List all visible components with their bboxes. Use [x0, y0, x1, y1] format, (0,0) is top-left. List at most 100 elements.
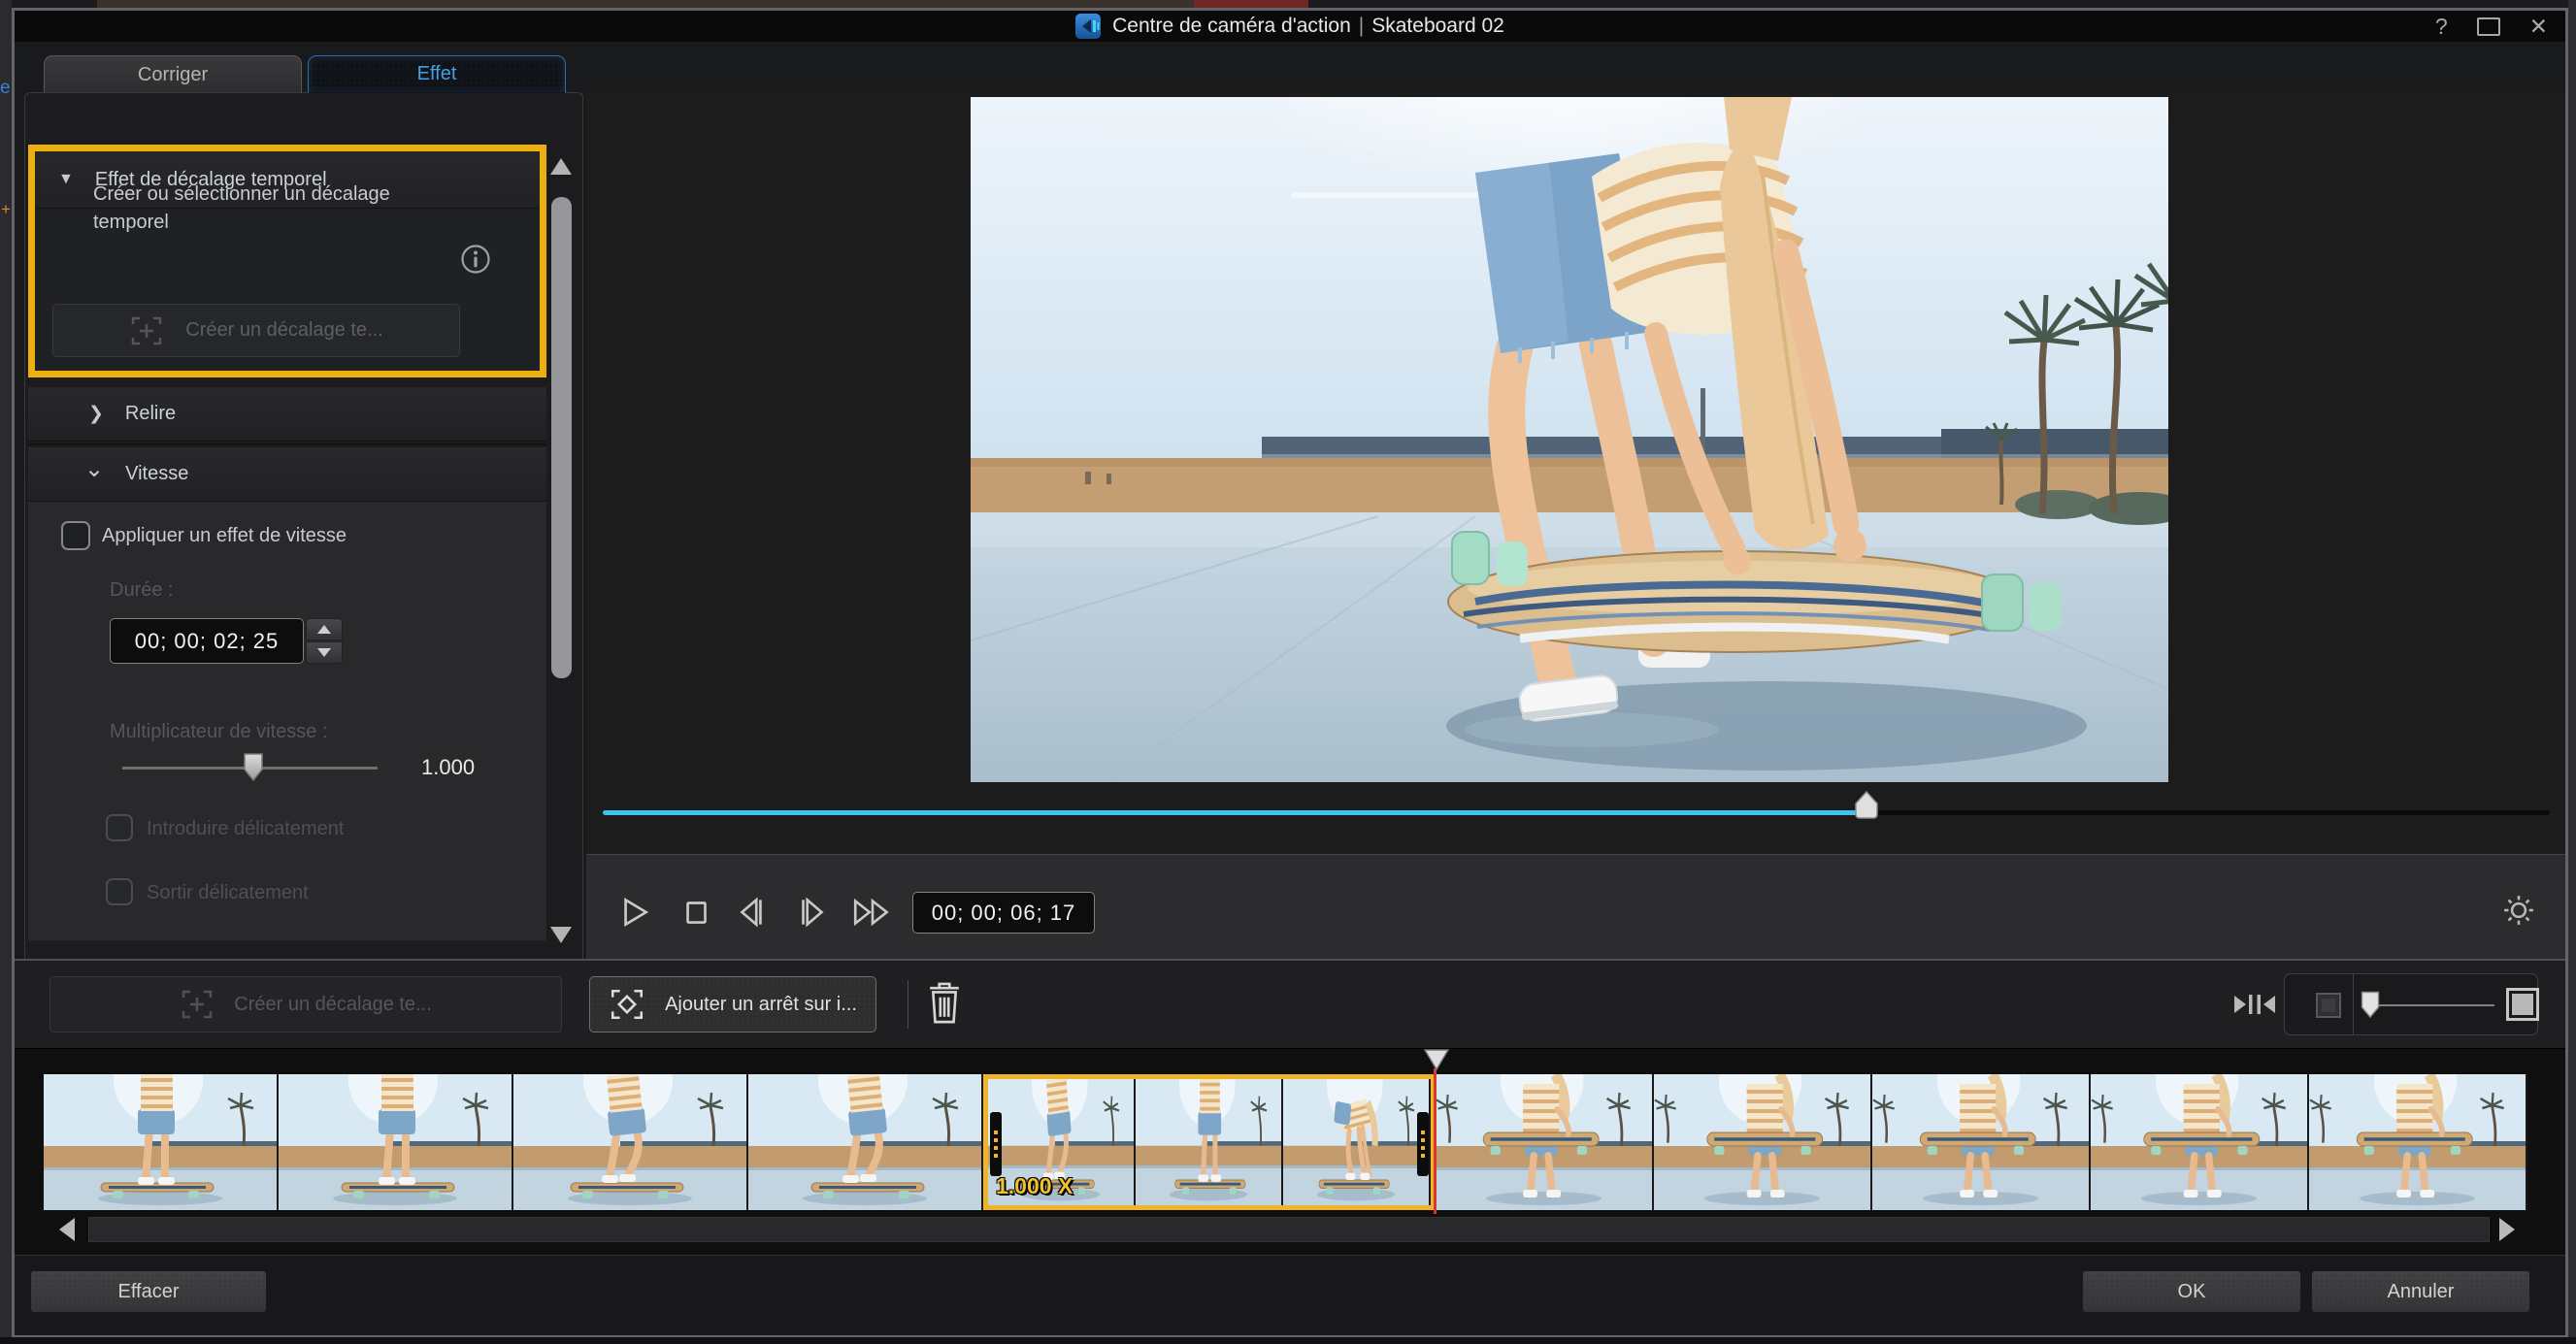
playback-timecode[interactable]: 00; 00; 06; 17: [912, 892, 1095, 934]
seek-fill: [603, 810, 1866, 815]
playhead-marker[interactable]: [1423, 1049, 1450, 1075]
scroll-down-icon: [550, 927, 572, 943]
freeze-frame-icon: [611, 990, 644, 1019]
timeline-zoom-control: [2284, 973, 2539, 1035]
add-freeze-frame-button[interactable]: Ajouter un arrêt sur i...: [589, 976, 876, 1033]
zoom-out-button[interactable]: [2316, 993, 2341, 1018]
timeline-selection[interactable]: 1.000 X: [983, 1074, 1436, 1210]
timeline-thumbnail[interactable]: [2309, 1074, 2527, 1210]
spinner-down-icon: [317, 648, 331, 657]
divider: [2353, 974, 2354, 1034]
seek-bar[interactable]: [603, 790, 2550, 832]
help-button[interactable]: ?: [2435, 15, 2448, 38]
clips-before-selection: [44, 1074, 983, 1210]
timeline-thumbnail[interactable]: [1872, 1074, 2091, 1210]
ease-in-label: Introduire délicatement: [147, 818, 345, 839]
close-button[interactable]: ✕: [2529, 15, 2548, 38]
plus-brackets-icon: [182, 990, 213, 1019]
spinner-up-button[interactable]: [306, 618, 343, 640]
next-frame-button[interactable]: [794, 894, 831, 931]
scroll-left-icon: [59, 1218, 75, 1241]
info-icon[interactable]: [460, 244, 491, 279]
scroll-up-icon: [550, 158, 572, 175]
apply-speed-checkbox[interactable]: [61, 521, 90, 550]
timeline: 1.000 X: [15, 1048, 2565, 1256]
trim-handle-right[interactable]: [1417, 1112, 1429, 1176]
multiplier-value: 1.000: [421, 755, 476, 779]
zoom-in-button[interactable]: [2506, 988, 2539, 1021]
timeline-scrollbar[interactable]: [88, 1217, 2490, 1242]
playhead-line: [1434, 1068, 1437, 1214]
trim-handle-left[interactable]: [990, 1112, 1002, 1176]
collapse-icon: ▼: [58, 171, 74, 187]
desktop-remnant-left: e +: [0, 0, 12, 1344]
timeline-thumbnail[interactable]: [513, 1074, 748, 1210]
tab-corriger[interactable]: Corriger: [44, 55, 302, 93]
vitesse-body: Appliquer un effet de vitesse Durée : 00…: [28, 502, 546, 940]
timeline-thumbnail[interactable]: [1654, 1074, 1872, 1210]
timeline-thumbnail[interactable]: [1136, 1079, 1283, 1205]
fit-timeline-icon: [2234, 995, 2275, 1014]
spinner-down-button[interactable]: [306, 641, 343, 664]
fast-forward-button[interactable]: [850, 894, 895, 931]
panel-scrollbar-thumb[interactable]: [551, 197, 572, 678]
cancel-button[interactable]: Annuler: [2311, 1270, 2530, 1313]
multiplier-label: Multiplicateur de vitesse :: [110, 721, 328, 742]
title-app: Centre de caméra d'action: [1112, 15, 1351, 37]
duration-field[interactable]: 00; 00; 02; 25: [110, 618, 304, 664]
timeline-thumbnail[interactable]: [1436, 1074, 1654, 1210]
video-preview[interactable]: [970, 10, 2190, 783]
previous-frame-button[interactable]: [734, 894, 771, 931]
divider: [28, 443, 546, 445]
section-relire[interactable]: ❯ Relire: [28, 387, 546, 442]
titlebar[interactable]: Centre de caméra d'action | Skateboard 02 …: [15, 11, 2565, 42]
fit-timeline-button[interactable]: [2232, 990, 2277, 1024]
gear-icon: [2504, 896, 2533, 925]
play-button[interactable]: [615, 894, 652, 931]
timeline-thumbnail[interactable]: [748, 1074, 983, 1210]
timeline-thumbnail[interactable]: [279, 1074, 513, 1210]
ease-out-label: Sortir délicatement: [147, 882, 309, 903]
panel-scroll-up-button[interactable]: [550, 158, 572, 175]
screen: e + Centre de caméra d'action | Skateboa…: [0, 0, 2576, 1344]
selection-speed-badge: 1.000 X: [996, 1173, 1073, 1198]
ease-out-checkbox[interactable]: [106, 878, 133, 905]
seek-handle[interactable]: [1855, 790, 1878, 825]
scroll-left-button[interactable]: [59, 1218, 75, 1241]
timeline-thumbnail[interactable]: [2091, 1074, 2309, 1210]
zoom-slider-track[interactable]: [2368, 1004, 2494, 1006]
timeline-thumbnail[interactable]: [44, 1074, 279, 1210]
timeshift-section-highlight: ▼ Effet de décalage temporel Créer ou sé…: [28, 145, 546, 377]
stop-button[interactable]: [677, 894, 714, 931]
plus-brackets-icon: [132, 316, 162, 344]
clear-button[interactable]: Effacer: [30, 1270, 267, 1313]
zoom-slider-handle[interactable]: [2361, 991, 2380, 1024]
app-icon: [1075, 14, 1102, 39]
trash-icon: [930, 982, 959, 1024]
vitesse-header-label: Vitesse: [125, 463, 189, 484]
ease-in-checkbox[interactable]: [106, 814, 133, 841]
title-separator: |: [1358, 15, 1365, 37]
duration-spinner[interactable]: [306, 618, 343, 664]
player-settings-button[interactable]: [2502, 894, 2535, 932]
desktop-remnant-right: [2568, 0, 2576, 1344]
delete-button[interactable]: [927, 978, 962, 1032]
ok-button[interactable]: OK: [2082, 1270, 2301, 1313]
speed-slider-handle[interactable]: [243, 752, 264, 787]
dialog-window: Centre de caméra d'action | Skateboard 02 …: [12, 8, 2568, 1337]
apply-speed-label: Appliquer un effet de vitesse: [102, 525, 347, 546]
section-vitesse[interactable]: ⌄ Vitesse: [28, 447, 546, 502]
create-timeshift-button[interactable]: Créer un décalage te...: [50, 976, 562, 1033]
scroll-right-button[interactable]: [2499, 1218, 2515, 1241]
timeline-strip[interactable]: 1.000 X: [44, 1074, 2527, 1210]
seek-track[interactable]: [603, 810, 2550, 815]
panel-scroll-down-button[interactable]: [550, 927, 572, 943]
edit-toolbar: Créer un décalage te... Ajouter un arrêt…: [15, 961, 2565, 1048]
create-timeshift-button-panel[interactable]: Créer un décalage te...: [52, 304, 460, 357]
tab-effet[interactable]: Effet: [308, 55, 566, 93]
chevron-down-icon: ⌄: [84, 456, 105, 482]
duration-label: Durée :: [110, 579, 174, 601]
maximize-button[interactable]: [2476, 16, 2500, 36]
relire-header-label: Relire: [124, 403, 177, 424]
timeline-thumbnail[interactable]: [1283, 1079, 1431, 1205]
